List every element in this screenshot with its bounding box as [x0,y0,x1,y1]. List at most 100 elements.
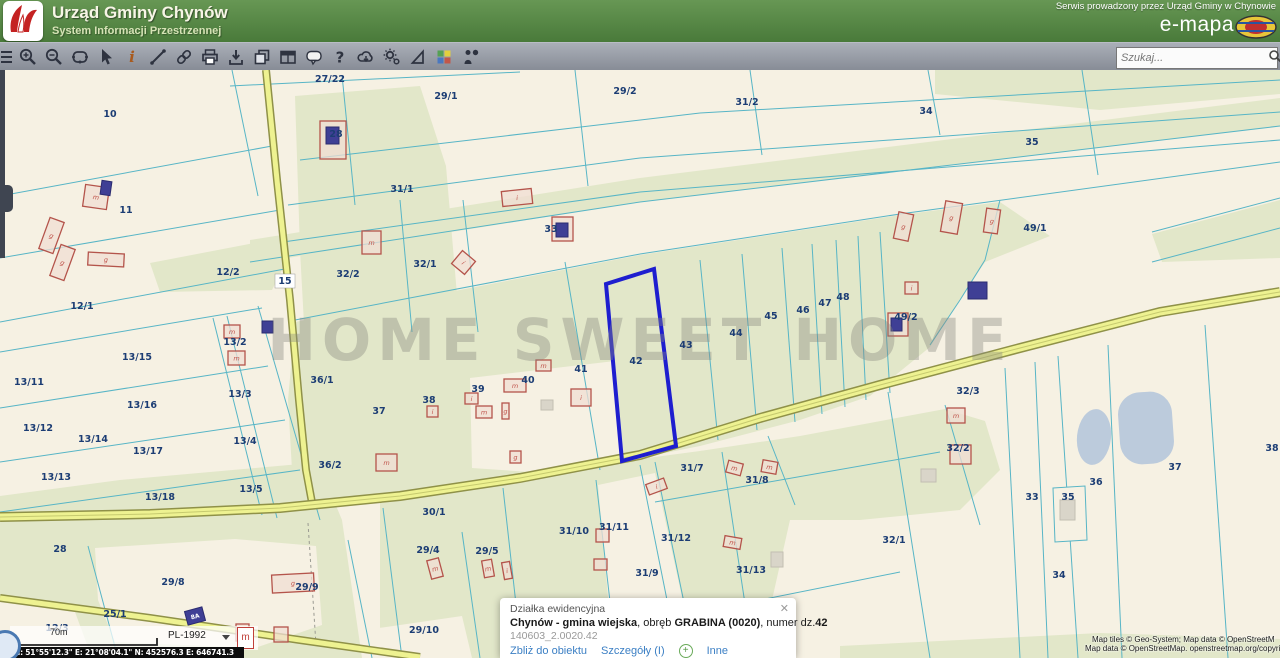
parcel-label: 30/1 [422,507,445,518]
building: m [482,559,495,577]
layer-panel-tab[interactable] [0,185,13,212]
gmina-name: Chynów - gmina wiejska [510,617,637,629]
parcel-label: 32/3 [956,386,979,397]
layout-panels-icon[interactable] [277,46,299,68]
search-box [1116,47,1278,69]
info-icon[interactable]: i [121,46,143,68]
parcel-label: 45 [764,311,777,322]
settings-icon[interactable] [381,46,403,68]
coordinates-bar: N: 51°55'12.3" E: 21°08'04.1" N: 452576.… [8,647,244,658]
parcel-label: 47 [818,298,831,309]
measure-icon[interactable] [147,46,169,68]
building [274,627,288,642]
select-area-icon[interactable] [69,46,91,68]
link-icon[interactable] [173,46,195,68]
svg-text:?: ? [336,49,345,67]
copy-view-icon[interactable] [251,46,273,68]
zoom-out-icon[interactable] [43,46,65,68]
parcel-label: 13/18 [145,492,175,503]
parcel-label: 13/15 [122,352,152,363]
parcel-label: 37 [372,406,385,417]
layer-panel-handle[interactable] [0,70,5,258]
parcel-label: 31/2 [735,97,758,108]
measure-unit-button[interactable]: m [237,627,254,649]
crs-select[interactable]: PL-1992 [168,630,206,641]
building: i [571,389,591,406]
building [541,400,553,410]
help-icon[interactable]: ? [329,46,351,68]
parcel-label: 32/1 [413,259,436,270]
parcel-label: 35 [1061,492,1074,503]
download-icon[interactable] [225,46,247,68]
legend-grid-icon[interactable] [433,46,455,68]
building: g [88,252,125,267]
building [100,180,112,195]
other-link[interactable]: Inne [707,645,728,657]
separator-text: , obręb [637,617,674,629]
parcel-label: 41 [574,364,587,375]
header: Urząd Gminy Chynów System Informacji Prz… [0,0,1280,43]
cloud-download-icon[interactable] [355,46,377,68]
chevron-down-icon[interactable] [222,635,230,640]
parcel-label: 31/8 [745,475,769,486]
parcel-label: 13/3 [228,389,251,400]
map-canvas[interactable]: mgggmimimmgggimmiimgmmigmmmiimmmg8A HOME… [0,70,1280,658]
building [771,552,783,567]
mirror-icon[interactable] [407,46,429,68]
parcel-label: 32/2 [336,269,359,280]
pointer-icon[interactable] [95,46,117,68]
scale-bar [18,638,157,645]
parcel-label: 12/1 [70,301,93,312]
layers-icon[interactable] [0,46,13,68]
parcel-id: 140603_2.0020.42 [510,630,788,642]
popup-title: Działka ewidencyjna [510,603,788,615]
details-link[interactable]: Szczegóły (I) [601,645,665,657]
parcel-info-popup: Działka ewidencyjna ✕ Chynów - gmina wie… [500,598,796,658]
print-icon[interactable] [199,46,221,68]
parcel-label: 48 [836,292,850,303]
parcel-label: 15 [278,276,291,287]
svg-text:g: g [513,454,517,462]
street-view-icon[interactable] [459,46,481,68]
parcel-label: 49/2 [894,312,917,323]
plus-icon[interactable]: + [679,644,693,658]
parcel-label: 29/1 [434,91,457,102]
zoom-to-object-link[interactable]: Zbliż do obiektu [510,645,587,657]
toolbar-icons: i ? [0,46,481,68]
parcel-label: 31/1 [390,184,413,195]
app-window: Urząd Gminy Chynów System Informacji Prz… [0,0,1280,658]
building: m [362,231,381,254]
parcel-label: 44 [729,328,743,339]
parcel-label: 35 [1025,137,1038,148]
svg-text:i: i [471,395,473,403]
search-input[interactable] [1117,52,1268,64]
parcel-label: 31/11 [599,522,629,533]
parcel-label: 46 [796,305,810,316]
parcel-label: 12/2 [216,267,239,278]
building [594,559,607,570]
obreb-name: GRABINA (0020) [674,617,760,629]
comment-icon[interactable] [303,46,325,68]
parcel-label: 33 [1025,492,1038,503]
parcel-label: 29/8 [161,577,185,588]
emapa-globe-icon [1234,14,1278,45]
building: g [983,208,1000,234]
svg-text:m: m [512,382,518,390]
building: m [376,454,397,471]
zoom-in-icon[interactable] [17,46,39,68]
parcel-label: 38 [422,395,436,406]
close-icon[interactable]: ✕ [780,602,789,615]
separator-text: , numer dz. [760,617,815,629]
map-attribution: Map data © OpenStreetMap. openstreetmap.… [1085,644,1280,653]
parcel-description: Chynów - gmina wiejska, obręb GRABINA (0… [510,617,788,629]
parcel-label: 31/13 [736,565,766,576]
parcel-label: 31/9 [635,568,658,579]
page-title: Urząd Gminy Chynów [52,3,228,23]
parcel-label: 29/2 [613,86,636,97]
svg-text:g: g [503,408,507,416]
emapa-brand: e-mapa [1160,13,1234,37]
parcel-label: 34 [1052,570,1066,581]
building: m [228,351,245,365]
parcel-label: 38 [1265,443,1279,454]
search-icon[interactable] [1268,49,1280,68]
